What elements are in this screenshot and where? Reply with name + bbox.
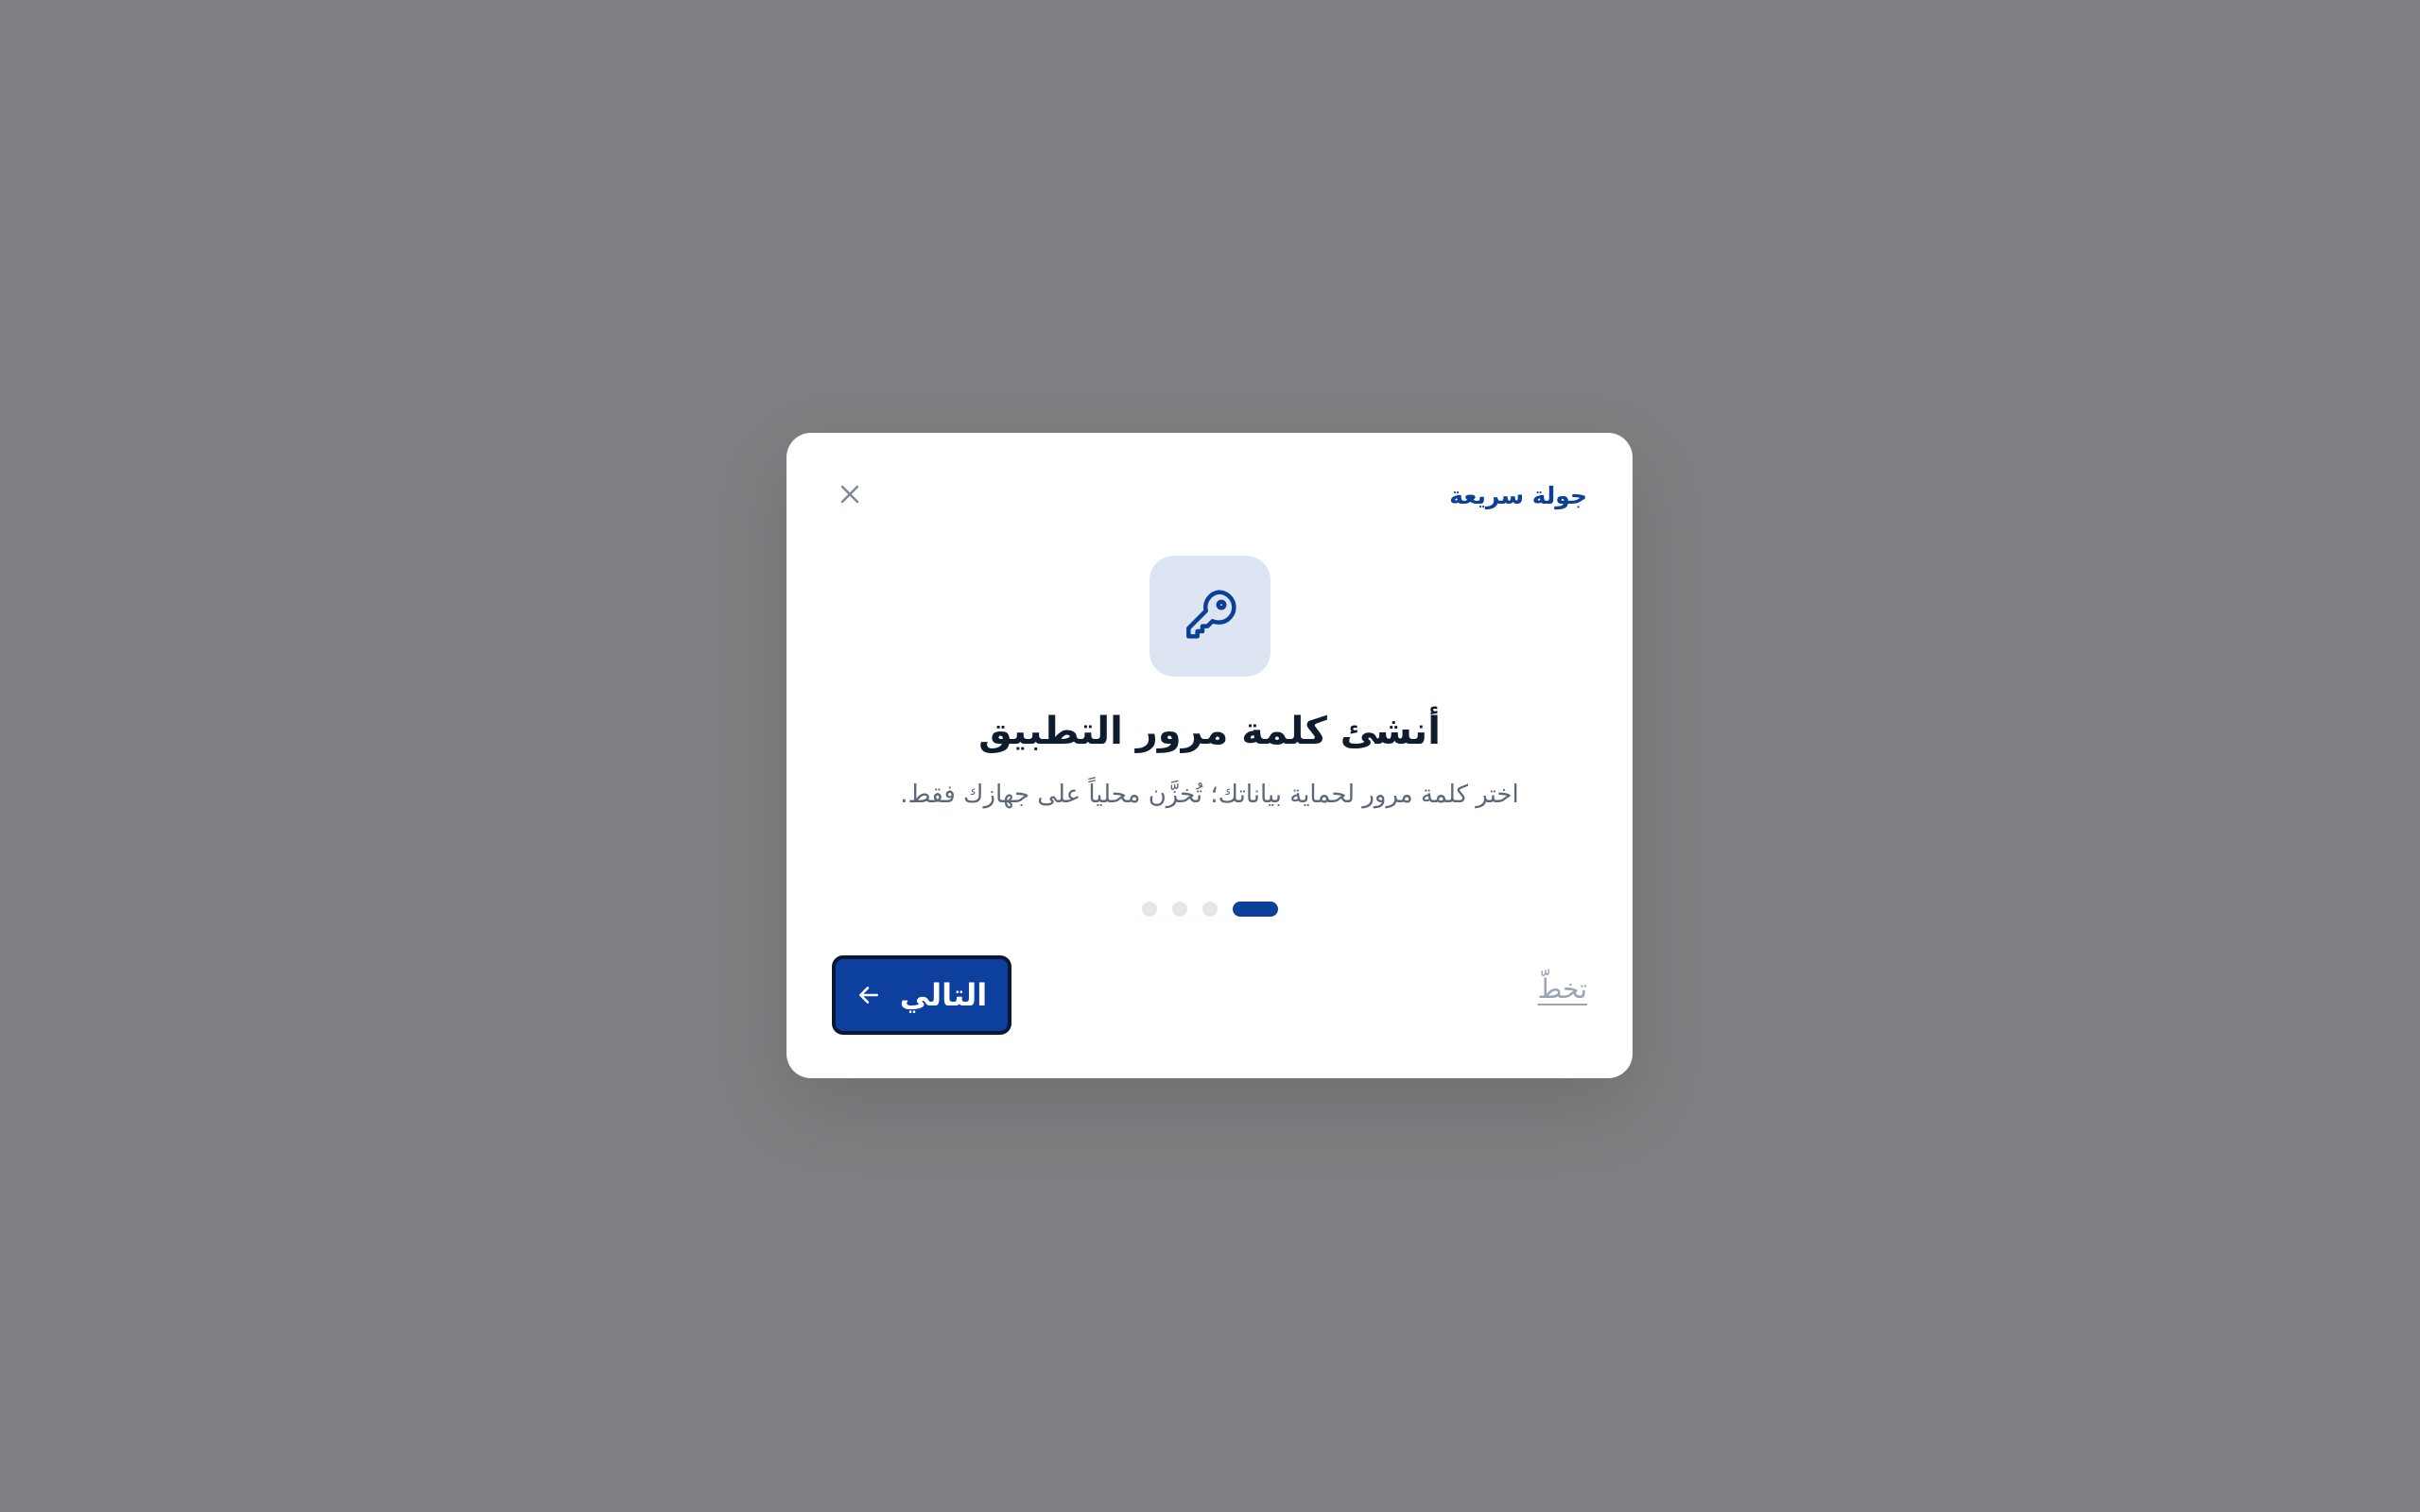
key-icon — [1185, 590, 1236, 639]
hero-icon-container — [1149, 556, 1270, 677]
step-dot-1 — [1232, 902, 1278, 917]
next-button-label: التالي — [899, 977, 988, 1013]
step-indicator — [786, 902, 1633, 917]
step-dot-3 — [1171, 902, 1187, 917]
next-button[interactable]: التالي — [832, 955, 1011, 1035]
close-icon — [840, 485, 859, 504]
arrow-left-icon — [858, 987, 878, 1004]
tour-label: جولة سريعة — [1449, 482, 1587, 509]
dialog-subtitle: اختر كلمة مرور لحماية بياناتك؛ تُخزَّن م… — [900, 781, 1519, 809]
dialog-title: أنشئ كلمة مرور التطبيق — [978, 710, 1441, 753]
step-dot-2 — [1201, 902, 1218, 917]
close-button[interactable] — [836, 480, 864, 508]
onboarding-dialog: جولة سريعة أنشئ كلمة مرور التطبيق اختر ك… — [786, 433, 1633, 1078]
step-dot-4 — [1141, 902, 1157, 917]
skip-link[interactable]: تخطّ — [1538, 976, 1587, 1003]
